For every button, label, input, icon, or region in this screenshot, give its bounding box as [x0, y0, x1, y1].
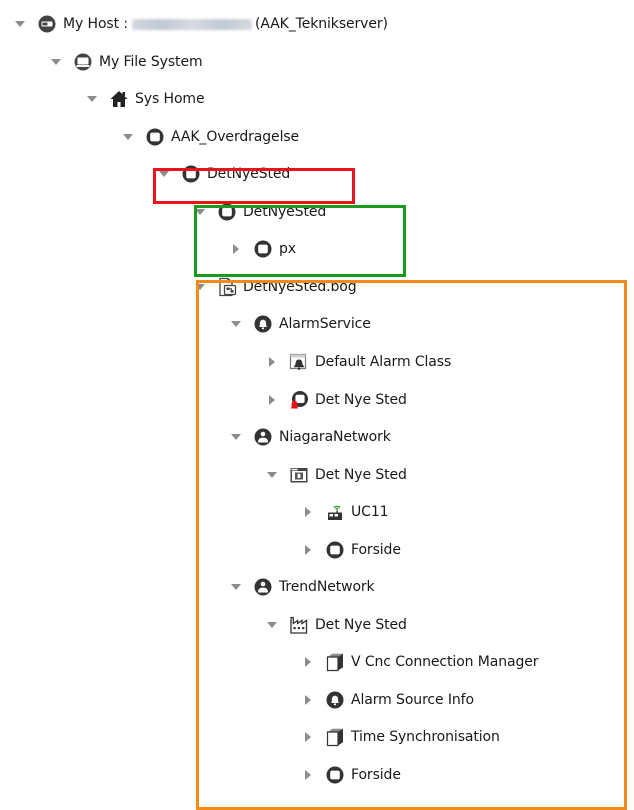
file-system-icon [73, 52, 93, 72]
navigation-tree: My Host : (AAK_Teknikserver) My File Syst… [0, 0, 634, 810]
red-highlight-box [153, 168, 355, 204]
tree-node-my-file-system[interactable]: My File System [49, 49, 203, 75]
tree-node-label: Sys Home [135, 91, 205, 108]
host-icon [37, 14, 57, 34]
redacted-hostname [131, 18, 252, 30]
tree-node-aak-overdragelse[interactable]: AAK_Overdragelse [121, 124, 299, 150]
home-icon [109, 89, 129, 109]
host-name-label: (AAK_Teknikserver) [254, 16, 388, 32]
tree-node-label: My Host : [63, 16, 128, 32]
green-highlight-box [194, 205, 406, 277]
tree-node-label: My File System [99, 53, 203, 70]
tree-node-label: AAK_Overdragelse [171, 128, 300, 145]
folder-icon [145, 127, 165, 147]
collapse-arrow-icon[interactable] [85, 92, 99, 106]
collapse-arrow-icon[interactable] [13, 17, 27, 31]
orange-highlight-box [196, 280, 627, 810]
collapse-arrow-icon[interactable] [49, 55, 63, 69]
tree-node-sys-home[interactable]: Sys Home [85, 86, 205, 112]
collapse-arrow-icon[interactable] [121, 130, 135, 144]
tree-node-my-host-aak-teknikserver[interactable]: My Host : (AAK_Teknikserver) [13, 11, 388, 37]
